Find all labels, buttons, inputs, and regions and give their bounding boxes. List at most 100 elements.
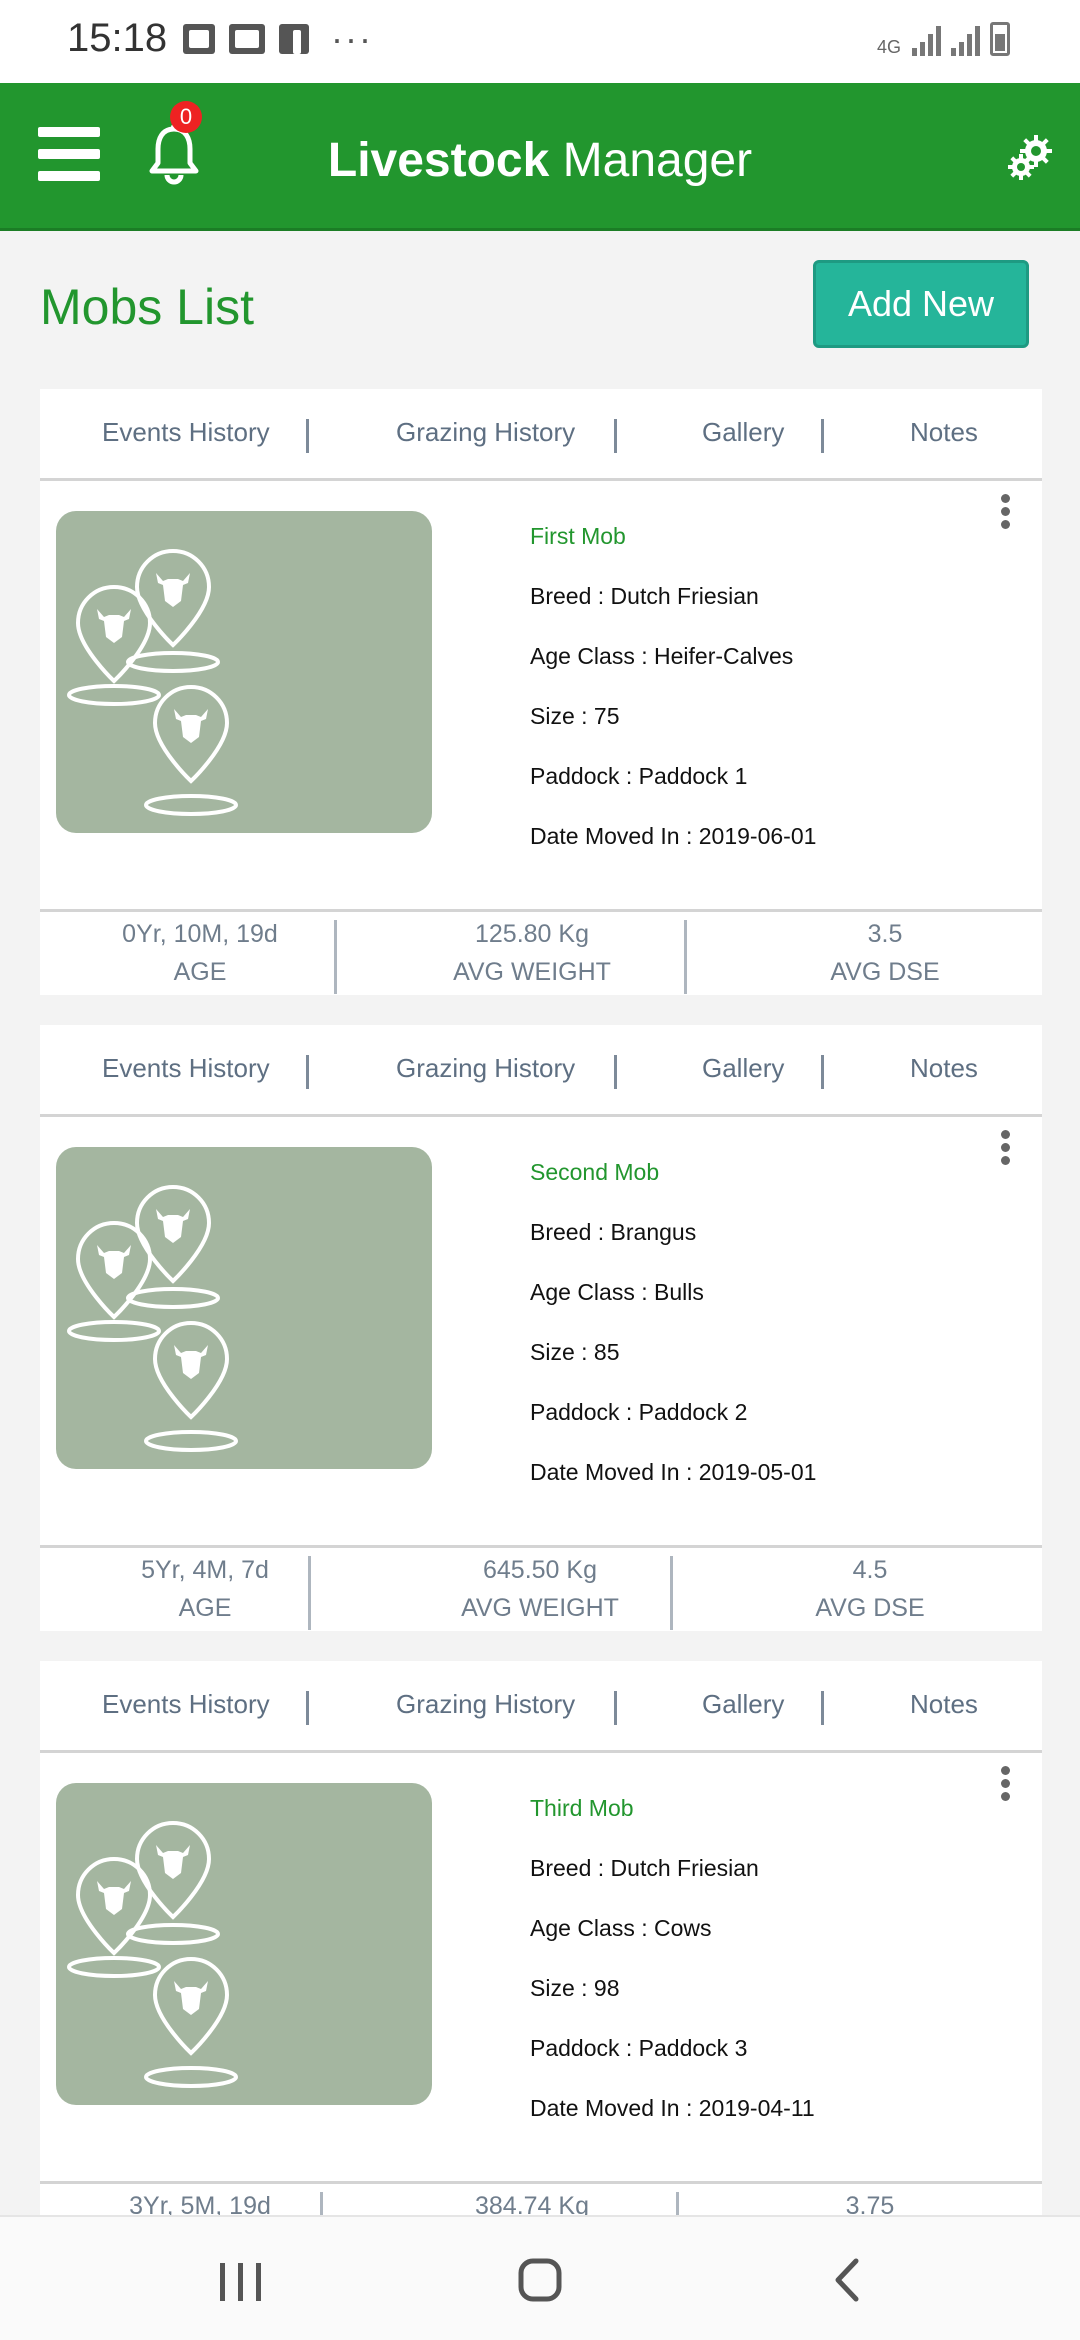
gallery-icon bbox=[183, 24, 215, 54]
cattle-location-icon bbox=[67, 548, 238, 816]
stat-age: 5Yr, 4M, 7d AGE bbox=[40, 1556, 370, 1623]
system-nav-bar bbox=[0, 2215, 1080, 2340]
mob-paddock: Paddock : Paddock 1 bbox=[530, 763, 748, 789]
mob-card: Events History Grazing History Gallery N… bbox=[40, 1661, 1042, 2267]
mob-card-body: Second Mob Breed : Brangus Age Class : B… bbox=[40, 1117, 1042, 1545]
signal-icon bbox=[951, 24, 980, 56]
tab-notes[interactable]: Notes bbox=[910, 1689, 978, 1720]
stat-divider bbox=[308, 1556, 311, 1630]
tab-divider bbox=[614, 1055, 617, 1089]
more-icon: ··· bbox=[331, 18, 373, 59]
settings-icon[interactable] bbox=[1006, 133, 1054, 181]
stat-avg-weight-value: 645.50 Kg bbox=[483, 1556, 597, 1584]
notification-badge: 0 bbox=[170, 101, 202, 133]
tab-events-history[interactable]: Events History bbox=[102, 417, 270, 448]
add-new-button[interactable]: Add New bbox=[813, 260, 1029, 348]
mob-paddock: Paddock : Paddock 2 bbox=[530, 1399, 748, 1425]
mob-paddock: Paddock : Paddock 3 bbox=[530, 2035, 748, 2061]
mob-size: Size : 85 bbox=[530, 1339, 620, 1365]
tab-grazing-history[interactable]: Grazing History bbox=[396, 417, 575, 448]
stat-avg-dse: 3.5 AVG DSE bbox=[730, 920, 1040, 987]
home-icon[interactable] bbox=[460, 2217, 620, 2340]
cattle-location-icon bbox=[67, 1820, 238, 2088]
mob-name[interactable]: Third Mob bbox=[530, 1795, 815, 1855]
stat-avg-weight-value: 125.80 Kg bbox=[475, 920, 589, 948]
tab-gallery[interactable]: Gallery bbox=[702, 417, 784, 448]
notification-icons: ··· bbox=[183, 18, 373, 59]
stat-divider bbox=[670, 1556, 673, 1630]
more-options-icon[interactable] bbox=[990, 1763, 1020, 1807]
mob-name[interactable]: Second Mob bbox=[530, 1159, 816, 1219]
tab-divider bbox=[306, 1691, 309, 1725]
mob-details: First Mob Breed : Dutch Friesian Age Cla… bbox=[530, 523, 816, 883]
tab-divider bbox=[821, 1055, 824, 1089]
stat-avg-weight-label: AVG WEIGHT bbox=[461, 1594, 619, 1622]
mob-stats: 0Yr, 10M, 19d AGE 125.80 Kg AVG WEIGHT 3… bbox=[40, 909, 1042, 995]
mob-date-moved: Date Moved In : 2019-06-01 bbox=[530, 823, 817, 849]
recent-apps-icon[interactable] bbox=[160, 2217, 320, 2340]
tab-divider bbox=[821, 419, 824, 453]
tab-notes[interactable]: Notes bbox=[910, 417, 978, 448]
mob-image[interactable] bbox=[56, 511, 432, 833]
stat-avg-weight-label: AVG WEIGHT bbox=[453, 958, 611, 986]
tab-divider bbox=[821, 1691, 824, 1725]
mob-details: Second Mob Breed : Brangus Age Class : B… bbox=[530, 1159, 816, 1519]
stat-avg-weight: 125.80 Kg AVG WEIGHT bbox=[340, 920, 724, 987]
stat-avg-dse-value: 4.5 bbox=[852, 1556, 888, 1584]
stat-age-label: AGE bbox=[178, 1594, 232, 1622]
mob-date-moved: Date Moved In : 2019-05-01 bbox=[530, 1459, 817, 1485]
mob-age-class: Age Class : Bulls bbox=[530, 1279, 704, 1305]
stat-divider bbox=[684, 920, 687, 994]
app-title: Livestock Manager bbox=[0, 133, 1080, 188]
mob-breed: Breed : Brangus bbox=[530, 1219, 697, 1245]
tab-divider bbox=[306, 1055, 309, 1089]
mob-tabs: Events History Grazing History Gallery N… bbox=[40, 1025, 1042, 1117]
app-header: 0 Livestock Manager bbox=[0, 83, 1080, 231]
tab-gallery[interactable]: Gallery bbox=[702, 1053, 784, 1084]
mob-card-body: Third Mob Breed : Dutch Friesian Age Cla… bbox=[40, 1753, 1042, 2181]
mob-age-class: Age Class : Heifer-Calves bbox=[530, 643, 794, 669]
mob-breed: Breed : Dutch Friesian bbox=[530, 1855, 759, 1881]
tab-divider bbox=[306, 419, 309, 453]
stat-avg-dse: 4.5 AVG DSE bbox=[700, 1556, 1040, 1623]
app-title-rest: Manager bbox=[562, 134, 753, 187]
mob-image[interactable] bbox=[56, 1783, 432, 2105]
stat-age-value: 0Yr, 10M, 19d bbox=[122, 920, 278, 948]
stat-age-value: 5Yr, 4M, 7d bbox=[141, 1556, 269, 1584]
mob-age-class: Age Class : Cows bbox=[530, 1915, 712, 1941]
mob-size: Size : 75 bbox=[530, 703, 620, 729]
mob-breed: Breed : Dutch Friesian bbox=[530, 583, 759, 609]
mob-image[interactable] bbox=[56, 1147, 432, 1469]
stat-avg-weight: 645.50 Kg AVG WEIGHT bbox=[330, 1556, 750, 1623]
tab-events-history[interactable]: Events History bbox=[102, 1689, 270, 1720]
stat-avg-dse-label: AVG DSE bbox=[815, 1594, 925, 1622]
stat-age-label: AGE bbox=[173, 958, 227, 986]
cattle-location-icon bbox=[67, 1184, 238, 1452]
tab-gallery[interactable]: Gallery bbox=[702, 1689, 784, 1720]
mob-details: Third Mob Breed : Dutch Friesian Age Cla… bbox=[530, 1795, 815, 2155]
mail-icon bbox=[229, 24, 265, 54]
more-options-icon[interactable] bbox=[990, 491, 1020, 535]
tab-divider bbox=[614, 1691, 617, 1725]
tab-events-history[interactable]: Events History bbox=[102, 1053, 270, 1084]
back-icon[interactable] bbox=[764, 2217, 924, 2340]
stat-divider bbox=[334, 920, 337, 994]
more-options-icon[interactable] bbox=[990, 1127, 1020, 1171]
stat-avg-dse-label: AVG DSE bbox=[830, 958, 940, 986]
app-title-bold: Livestock bbox=[327, 134, 550, 187]
facebook-icon bbox=[279, 24, 309, 54]
mob-tabs: Events History Grazing History Gallery N… bbox=[40, 389, 1042, 481]
mob-card: Events History Grazing History Gallery N… bbox=[40, 1025, 1042, 1631]
mob-size: Size : 98 bbox=[530, 1975, 620, 2001]
tab-notes[interactable]: Notes bbox=[910, 1053, 978, 1084]
stat-age: 0Yr, 10M, 19d AGE bbox=[40, 920, 360, 987]
mob-date-moved: Date Moved In : 2019-04-11 bbox=[530, 2095, 815, 2121]
mob-name[interactable]: First Mob bbox=[530, 523, 816, 583]
tab-grazing-history[interactable]: Grazing History bbox=[396, 1689, 575, 1720]
network-type: 4G bbox=[876, 37, 901, 57]
mob-card-body: First Mob Breed : Dutch Friesian Age Cla… bbox=[40, 481, 1042, 909]
tab-grazing-history[interactable]: Grazing History bbox=[396, 1053, 575, 1084]
mob-stats: 5Yr, 4M, 7d AGE 645.50 Kg AVG WEIGHT 4.5… bbox=[40, 1545, 1042, 1631]
page-title: Mobs List bbox=[40, 279, 254, 335]
status-bar: 15:18 ··· 4G bbox=[0, 0, 1080, 83]
